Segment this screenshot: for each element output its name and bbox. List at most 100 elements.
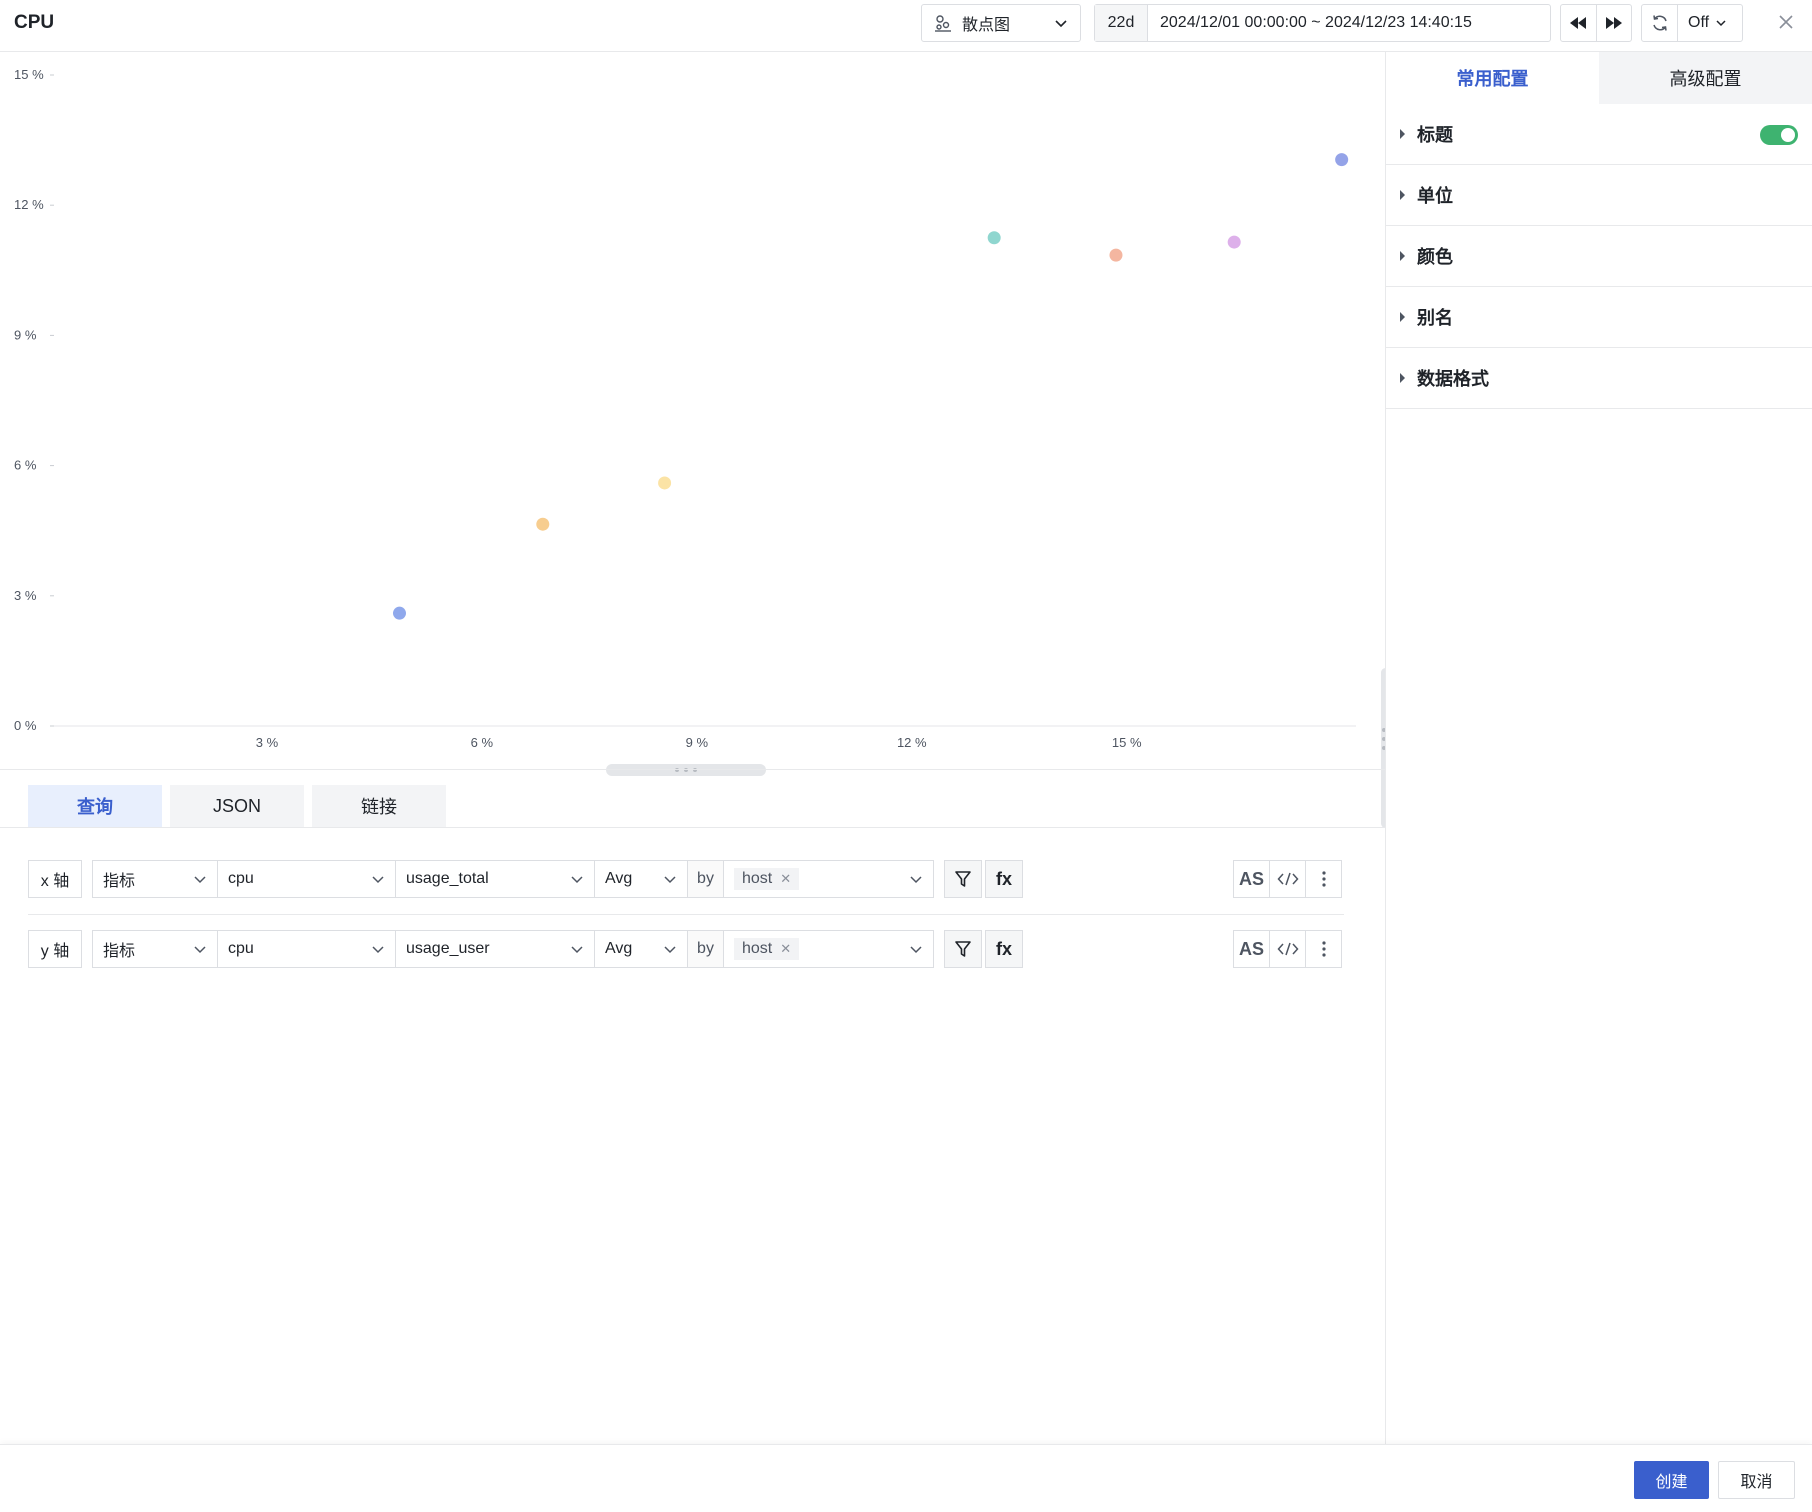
- by-label: by: [687, 860, 724, 898]
- group-by-tag: host ✕: [734, 938, 800, 960]
- tab-json[interactable]: JSON: [170, 785, 304, 827]
- measurement-value: cpu: [228, 870, 254, 887]
- time-range-text[interactable]: 2024/12/01 00:00:00 ~ 2024/12/23 14:40:1…: [1148, 14, 1472, 32]
- y-tick-label: 9 %: [14, 327, 37, 342]
- code-button[interactable]: [1269, 860, 1306, 898]
- chart-type-select[interactable]: 散点图: [921, 4, 1081, 42]
- section-unit[interactable]: 单位: [1386, 165, 1812, 226]
- filter-button[interactable]: [944, 860, 982, 898]
- chart-type-label: 散点图: [962, 17, 1011, 34]
- chevron-down-icon: [571, 876, 583, 884]
- group-by-select[interactable]: host ✕: [723, 860, 934, 898]
- chevron-down-icon: [1716, 20, 1726, 27]
- tab-query[interactable]: 查询: [28, 785, 162, 827]
- caret-right-icon: [1400, 129, 1405, 139]
- source-select[interactable]: 指标: [92, 860, 218, 898]
- refresh-interval-label: Off: [1688, 14, 1710, 31]
- caret-right-icon: [1400, 373, 1405, 383]
- chevron-down-icon: [372, 946, 384, 954]
- section-data-format[interactable]: 数据格式: [1386, 348, 1812, 409]
- tag-remove-icon[interactable]: ✕: [780, 941, 791, 957]
- refresh-interval[interactable]: Off: [1678, 14, 1727, 32]
- source-select[interactable]: 指标: [92, 930, 218, 968]
- time-forward-button[interactable]: [1595, 5, 1631, 41]
- chevron-down-icon: [910, 876, 922, 884]
- aggregation-value: Avg: [605, 940, 633, 957]
- code-button[interactable]: [1269, 930, 1306, 968]
- chevron-down-icon: [910, 946, 922, 954]
- chevron-down-icon: [571, 946, 583, 954]
- refresh-button[interactable]: [1642, 5, 1678, 41]
- divider: [0, 827, 1385, 828]
- time-back-button[interactable]: [1561, 5, 1596, 41]
- create-button[interactable]: 创建: [1634, 1461, 1709, 1499]
- x-tick-label: 15 %: [1112, 735, 1142, 750]
- more-button[interactable]: [1305, 860, 1342, 898]
- tag-label: host: [742, 870, 773, 887]
- time-range-picker[interactable]: 22d 2024/12/01 00:00:00 ~ 2024/12/23 14:…: [1094, 4, 1551, 42]
- scatter-point: [392, 606, 406, 620]
- divider: [0, 769, 1385, 770]
- aggregation-select[interactable]: Avg: [594, 930, 688, 968]
- filter-button[interactable]: [944, 930, 982, 968]
- measurement-select[interactable]: cpu: [217, 930, 396, 968]
- field-value: usage_user: [406, 940, 490, 957]
- field-select[interactable]: usage_total: [395, 860, 595, 898]
- time-span-badge[interactable]: 22d: [1095, 5, 1148, 41]
- group-by-select[interactable]: host ✕: [723, 930, 934, 968]
- function-button[interactable]: fx: [985, 860, 1023, 898]
- x-tick-label: 12 %: [897, 735, 927, 750]
- scatter-point: [1335, 153, 1349, 167]
- footer: 创建 取消: [0, 1444, 1812, 1512]
- scatter-point: [658, 476, 672, 490]
- chevron-down-icon: [664, 946, 676, 954]
- measurement-value: cpu: [228, 940, 254, 957]
- section-color[interactable]: 颜色: [1386, 226, 1812, 287]
- code-icon: [1276, 872, 1299, 886]
- alias-button[interactable]: AS: [1233, 860, 1270, 898]
- y-tick-label: 3 %: [14, 588, 37, 603]
- scatter-chart: 0 % 3 % 6 % 9 % 12 % 15 % 3 % 6 % 9 % 12 % 15 %: [0, 52, 1385, 764]
- tab-link[interactable]: 链接: [312, 785, 446, 827]
- aggregation-select[interactable]: Avg: [594, 860, 688, 898]
- cancel-button[interactable]: 取消: [1718, 1461, 1795, 1499]
- caret-right-icon: [1400, 251, 1405, 261]
- tag-remove-icon[interactable]: ✕: [780, 871, 791, 887]
- close-icon[interactable]: [1776, 12, 1796, 32]
- tab-advanced-config[interactable]: 高级配置: [1599, 52, 1812, 104]
- scatter-chart-icon: [935, 15, 951, 32]
- measurement-select[interactable]: cpu: [217, 860, 396, 898]
- page-title: CPU: [14, 12, 55, 33]
- source-value: 指标: [103, 873, 136, 890]
- scatter-point: [1227, 235, 1241, 249]
- field-select[interactable]: usage_user: [395, 930, 595, 968]
- section-alias[interactable]: 别名: [1386, 287, 1812, 348]
- chevron-down-icon: [1055, 20, 1067, 28]
- code-icon: [1276, 942, 1299, 956]
- scatter-point: [987, 231, 1001, 245]
- axis-label: x 轴: [28, 860, 82, 898]
- section-title[interactable]: 标题: [1386, 104, 1812, 165]
- chevron-down-icon: [372, 876, 384, 884]
- chevron-down-icon: [664, 876, 676, 884]
- auto-refresh-select[interactable]: Off: [1641, 4, 1743, 42]
- chevron-down-icon: [194, 876, 206, 884]
- divider: [28, 914, 1344, 915]
- more-button[interactable]: [1305, 930, 1342, 968]
- title-toggle[interactable]: [1760, 125, 1798, 145]
- function-button[interactable]: fx: [985, 930, 1023, 968]
- scatter-chart-svg: 0 % 3 % 6 % 9 % 12 % 15 % 3 % 6 % 9 % 12 % 15 %: [14, 67, 1356, 750]
- query-tabs: 查询 JSON 链接: [28, 785, 446, 827]
- group-by-tag: host ✕: [734, 868, 800, 890]
- horizontal-resize-handle[interactable]: [606, 764, 766, 776]
- alias-button[interactable]: AS: [1233, 930, 1270, 968]
- time-nav-group: [1560, 4, 1632, 42]
- scatter-point: [1109, 248, 1123, 262]
- header: CPU 散点图 22d 2024/12/01 00:00:00 ~ 2024/1…: [0, 0, 1812, 52]
- y-tick-label: 6 %: [14, 458, 37, 473]
- fast-forward-icon: [1605, 17, 1622, 29]
- scatter-point: [536, 517, 550, 531]
- tab-common-config[interactable]: 常用配置: [1386, 52, 1599, 104]
- section-label: 别名: [1417, 308, 1453, 328]
- query-row-y: y 轴 指标 cpu usage_user Avg by host ✕ fx A…: [28, 930, 1344, 968]
